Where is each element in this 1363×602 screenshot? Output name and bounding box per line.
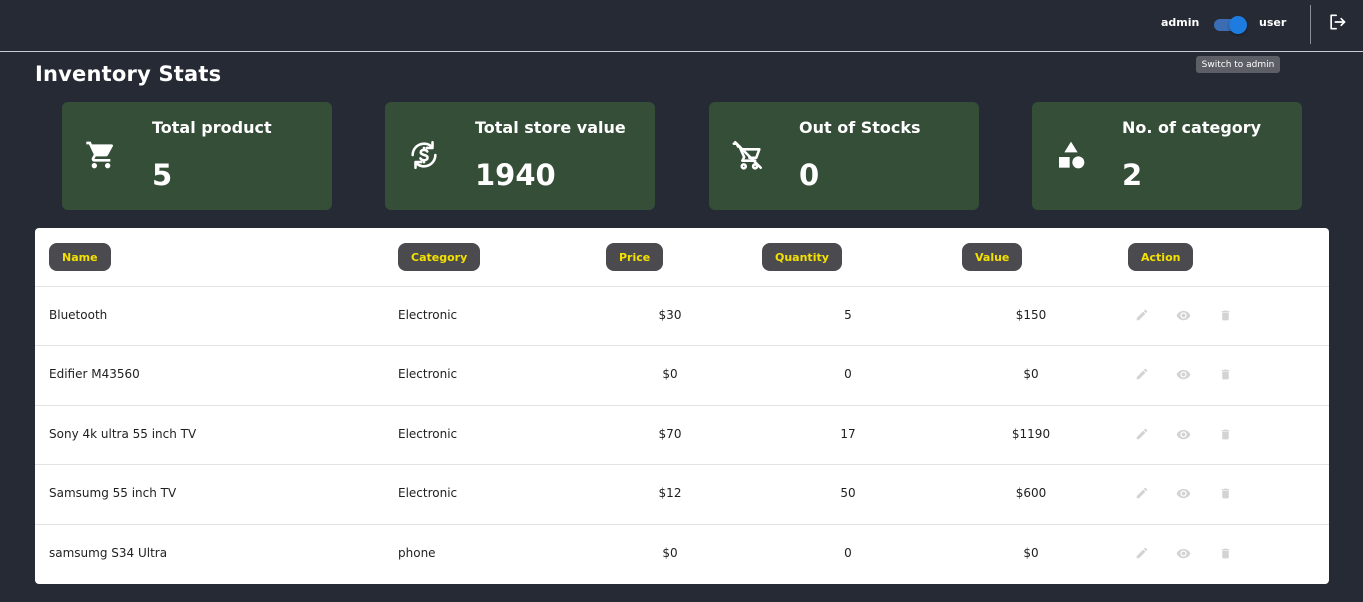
table-row: Edifier M43560 Electronic $0 0 $0 — [35, 345, 1329, 404]
cell-quantity: 50 — [840, 486, 856, 500]
view-icon[interactable] — [1175, 485, 1191, 501]
delete-icon[interactable] — [1217, 307, 1233, 323]
view-icon[interactable] — [1175, 545, 1191, 561]
view-icon[interactable] — [1175, 307, 1191, 323]
logout-icon — [1327, 12, 1347, 36]
stat-label: Out of Stocks — [799, 118, 921, 137]
cell-category: Electronic — [398, 486, 458, 500]
cell-name: Bluetooth — [49, 308, 108, 322]
cell-category: phone — [398, 546, 436, 560]
cell-price: $0 — [662, 367, 678, 381]
cell-name: Edifier M43560 — [49, 367, 140, 381]
cell-category: Electronic — [398, 427, 458, 441]
cell-quantity: 5 — [844, 308, 852, 322]
toggle-knob — [1229, 16, 1247, 34]
cell-category: Electronic — [398, 308, 458, 322]
view-icon[interactable] — [1175, 366, 1191, 382]
cell-name: Sony 4k ultra 55 inch TV — [49, 427, 197, 441]
cell-quantity: 0 — [844, 546, 852, 560]
column-header-action[interactable]: Action — [1128, 243, 1194, 271]
cell-value: $1190 — [1011, 427, 1051, 441]
category-shapes-icon — [1054, 138, 1088, 172]
cell-price: $70 — [658, 427, 682, 441]
stat-card-category-count: No. of category 2 — [1032, 102, 1302, 210]
delete-icon[interactable] — [1217, 485, 1233, 501]
table-row: Sony 4k ultra 55 inch TV Electronic $70 … — [35, 405, 1329, 464]
column-header-category[interactable]: Category — [398, 243, 481, 271]
column-header-name[interactable]: Name — [49, 243, 111, 271]
stat-card-out-of-stock: Out of Stocks 0 — [709, 102, 979, 210]
edit-icon[interactable] — [1134, 545, 1150, 561]
stat-value: 5 — [152, 158, 173, 192]
logout-button[interactable] — [1326, 13, 1348, 35]
stat-value: 1940 — [475, 158, 556, 192]
page-title: Inventory Stats — [35, 62, 222, 86]
delete-icon[interactable] — [1217, 426, 1233, 442]
role-toggle[interactable] — [1212, 15, 1248, 35]
edit-icon[interactable] — [1134, 485, 1150, 501]
cell-value: $600 — [1015, 486, 1047, 500]
cell-value: $0 — [1023, 546, 1039, 560]
table-row: Samsumg 55 inch TV Electronic $12 50 $60… — [35, 464, 1329, 523]
stat-value: 0 — [799, 158, 820, 192]
stat-label: Total store value — [475, 118, 626, 137]
cell-price: $0 — [662, 546, 678, 560]
delete-icon[interactable] — [1217, 545, 1233, 561]
toggle-tooltip: Switch to admin — [1196, 56, 1280, 73]
cell-price: $30 — [658, 308, 682, 322]
edit-icon[interactable] — [1134, 307, 1150, 323]
inventory-table: Name Category Price Quantity Value Actio… — [35, 228, 1329, 584]
cell-name: Samsumg 55 inch TV — [49, 486, 177, 500]
stat-label: Total product — [152, 118, 272, 137]
cell-value: $0 — [1023, 367, 1039, 381]
view-icon[interactable] — [1175, 426, 1191, 442]
table-row: Bluetooth Electronic $30 5 $150 — [35, 286, 1329, 345]
role-label-user: user — [1259, 16, 1287, 29]
stat-value: 2 — [1122, 158, 1143, 192]
cell-price: $12 — [658, 486, 682, 500]
top-bar: admin user — [0, 0, 1363, 52]
remove-cart-icon — [731, 138, 765, 172]
cell-quantity: 17 — [840, 427, 856, 441]
role-label-admin: admin — [1161, 16, 1200, 29]
currency-exchange-icon — [407, 138, 441, 172]
edit-icon[interactable] — [1134, 366, 1150, 382]
column-header-quantity[interactable]: Quantity — [762, 243, 842, 271]
table-row: samsumg S34 Ultra phone $0 0 $0 — [35, 524, 1329, 583]
stat-card-total-product: Total product 5 — [62, 102, 332, 210]
stat-label: No. of category — [1122, 118, 1262, 137]
cell-quantity: 0 — [844, 367, 852, 381]
edit-icon[interactable] — [1134, 426, 1150, 442]
cell-value: $150 — [1015, 308, 1047, 322]
cart-icon — [84, 138, 118, 172]
delete-icon[interactable] — [1217, 366, 1233, 382]
cell-category: Electronic — [398, 367, 458, 381]
cell-name: samsumg S34 Ultra — [49, 546, 168, 560]
stat-card-store-value: Total store value 1940 — [385, 102, 655, 210]
header-divider — [1310, 5, 1311, 44]
column-header-value[interactable]: Value — [962, 243, 1023, 271]
column-header-price[interactable]: Price — [606, 243, 664, 271]
